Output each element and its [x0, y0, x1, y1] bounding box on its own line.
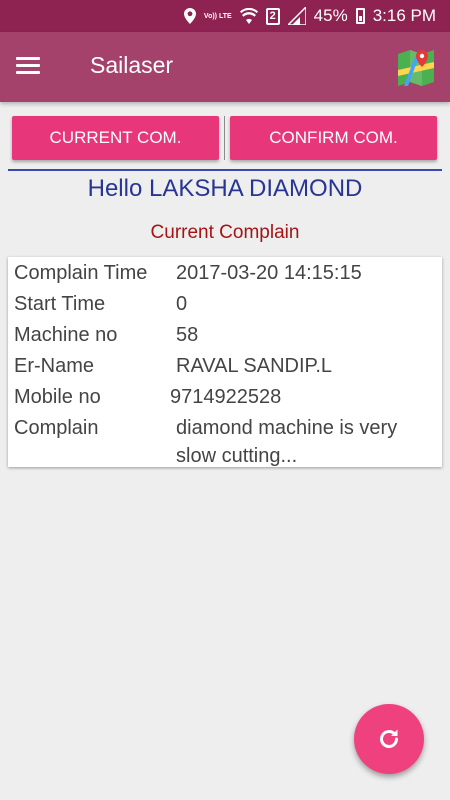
current-complaint-button[interactable]: CURRENT COM.	[12, 116, 219, 160]
status-bar: Vo)) LTE 2 45% 3:16 PM	[0, 0, 450, 32]
hamburger-menu-icon[interactable]	[16, 57, 42, 77]
section-title: Current Complain	[150, 222, 300, 243]
app-bar: Sailaser	[0, 32, 450, 102]
signal-icon	[287, 7, 306, 25]
divider-line	[8, 169, 442, 171]
tab-buttons: CURRENT COM. CONFIRM COM.	[12, 116, 438, 160]
row-label: Er-Name	[14, 355, 95, 377]
greeting-text: Hello LAKSHA DIAMOND	[87, 175, 363, 202]
refresh-icon	[380, 729, 398, 748]
status-icons: Vo)) LTE 2 45% 3:16 PM	[183, 0, 436, 32]
row-value: 9714922528	[170, 386, 282, 408]
row-value: 0	[176, 293, 188, 315]
row-label: Mobile no	[14, 386, 101, 408]
row-label: Complain	[14, 417, 99, 439]
app-title: Sailaser	[90, 52, 174, 78]
row-value: 58	[176, 324, 199, 346]
refresh-button[interactable]	[354, 704, 424, 774]
location-icon	[183, 8, 196, 24]
row-value: diamond machine is very slow cutting...	[176, 417, 398, 467]
complaint-card: Complain Time 2017-03-20 14:15:15 Start …	[8, 257, 442, 467]
clock: 3:16 PM	[372, 6, 436, 25]
wifi-icon	[239, 8, 258, 24]
tab-divider	[224, 116, 225, 160]
sim2-icon: 2	[265, 7, 280, 25]
row-label: Complain Time	[14, 262, 148, 284]
map-pin-icon[interactable]	[396, 48, 436, 86]
battery-percent: 45%	[313, 6, 348, 25]
row-value: 2017-03-20 14:15:15	[176, 262, 362, 284]
row-value: RAVAL SANDIP.L	[176, 355, 332, 377]
row-label: Machine no	[14, 324, 118, 346]
row-label: Start Time	[14, 293, 106, 315]
volte-icon: Vo)) LTE	[203, 12, 232, 20]
confirm-complaint-button[interactable]: CONFIRM COM.	[230, 116, 437, 160]
battery-icon	[355, 8, 365, 24]
